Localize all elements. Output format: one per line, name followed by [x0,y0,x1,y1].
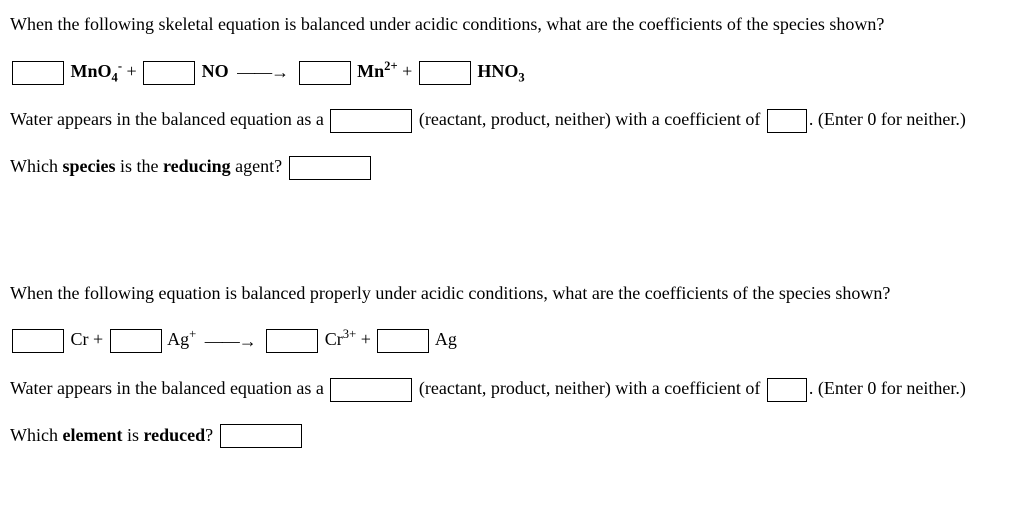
q2-species-3: Cr3+ [325,329,356,349]
q2-which-c: ? [205,425,213,445]
q1-which-reducing: reducing [163,156,231,176]
q1-plus-1: + [127,61,137,81]
q1-coef-2[interactable] [143,61,195,85]
q2-species-2: Ag+ [167,329,196,349]
q2-species-4: Ag [435,329,457,349]
q1-water-text-c: . (Enter 0 for neither.) [809,109,966,129]
q2-which-line: Which element is reduced? [10,421,1004,450]
q2-water-text-b: (reactant, product, neither) with a coef… [419,378,761,398]
q1-which-a: Which [10,156,62,176]
q1-species-1: MnO4- [71,61,123,81]
q1-reducing-agent-input[interactable] [289,156,371,180]
q2-water-role-input[interactable] [330,378,412,402]
q1-species-2: NO [202,61,229,81]
q2-species-1: Cr [71,329,89,349]
q2-water-text-a: Water appears in the balanced equation a… [10,378,324,398]
q1-species-4: HNO3 [477,61,524,81]
q1-which-line: Which species is the reducing agent? [10,152,1004,181]
q2-plus-1: + [93,329,103,349]
q1-prompt: When the following skeletal equation is … [10,10,1004,39]
q1-water-role-input[interactable] [330,109,412,133]
q1-coef-3[interactable] [299,61,351,85]
q2-water-text-c: . (Enter 0 for neither.) [809,378,966,398]
q2-coef-3[interactable] [266,329,318,353]
q2-reduced-element-input[interactable] [220,424,302,448]
q1-water-line: Water appears in the balanced equation a… [10,105,1004,134]
q1-species-3: Mn2+ [357,61,397,81]
q1-equation: MnO4- + NO ——→ Mn2+ + HNO3 [10,57,1004,87]
q2-which-b: is [122,425,143,445]
q2-coef-2[interactable] [110,329,162,353]
q1-plus-2: + [402,61,412,81]
q1-arrow: ——→ [237,58,288,87]
q2-coef-1[interactable] [12,329,64,353]
q2-water-coef-input[interactable] [767,378,807,402]
q2-which-a: Which [10,425,62,445]
q2-coef-4[interactable] [377,329,429,353]
q2-plus-2: + [361,329,371,349]
q1-water-text-a: Water appears in the balanced equation a… [10,109,324,129]
q1-which-c: agent? [231,156,282,176]
q1-coef-1[interactable] [12,61,64,85]
q2-arrow: ——→ [205,327,256,356]
q1-water-text-b: (reactant, product, neither) with a coef… [419,109,761,129]
q2-prompt: When the following equation is balanced … [10,279,1004,308]
q2-which-reduced: reduced [143,425,205,445]
q1-which-b: is the [115,156,163,176]
q2-equation: Cr + Ag+ ——→ Cr3+ + Ag [10,325,1004,355]
q1-which-species: species [62,156,115,176]
q1-water-coef-input[interactable] [767,109,807,133]
q1-coef-4[interactable] [419,61,471,85]
q2-water-line: Water appears in the balanced equation a… [10,374,1004,403]
q2-which-element: element [62,425,122,445]
